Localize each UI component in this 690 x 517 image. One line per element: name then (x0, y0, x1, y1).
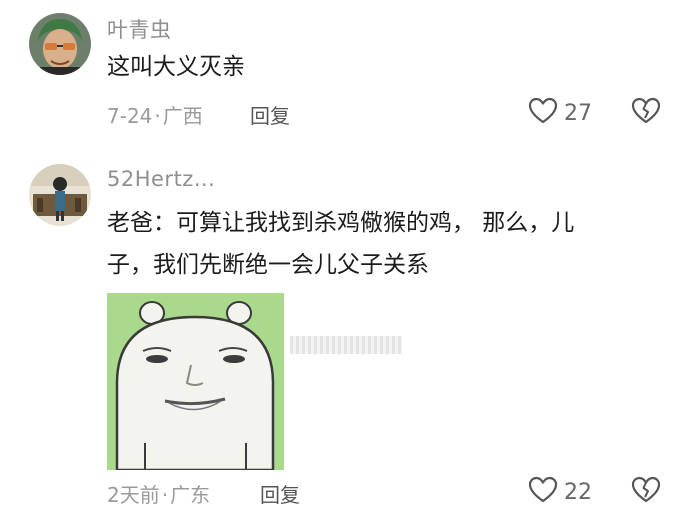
comment-meta: 2天前 · 广东 (107, 479, 210, 508)
heart-outline-icon (528, 476, 558, 508)
username[interactable]: 52Hertz... (107, 167, 215, 191)
broken-heart-icon (631, 97, 661, 129)
comment-text-line: 老爸：可算让我找到杀鸡儆猴的鸡， 那么，儿 (107, 210, 575, 236)
heart-outline-icon (528, 97, 558, 129)
comment-item: 52Hertz... 老爸：可算让我找到杀鸡儆猴的鸡， 那么，儿 子，我们先断绝… (0, 150, 690, 517)
comment-location: 广东 (170, 483, 211, 507)
avatar[interactable] (29, 164, 91, 226)
like-count: 22 (564, 479, 592, 505)
sticker-image[interactable] (107, 293, 284, 472)
broken-heart-icon (631, 476, 661, 508)
separator-dot: · (154, 104, 161, 128)
dislike-button[interactable] (631, 476, 661, 508)
comment-text: 老爸：可算让我找到杀鸡儆猴的鸡， 那么，儿 子，我们先断绝一会儿父子关系 (107, 202, 574, 286)
comment-text-line: 子，我们先断绝一会儿父子关系 (107, 252, 429, 278)
like-button[interactable]: 22 (528, 476, 592, 508)
like-count: 27 (564, 100, 592, 126)
avatar[interactable] (29, 13, 91, 75)
comment-text: 这叫大义灭亲 (107, 46, 245, 88)
like-button[interactable]: 27 (528, 97, 592, 129)
dislike-button[interactable] (631, 97, 661, 129)
reply-button[interactable]: 回复 (260, 479, 300, 508)
comment-date: 2天前 (107, 483, 160, 507)
comment-item: 叶青虫 这叫大义灭亲 7-24 · 广西 回复 27 (0, 0, 690, 150)
comment-meta: 7-24 · 广西 (107, 100, 203, 129)
comment-date: 7-24 (107, 104, 153, 128)
username[interactable]: 叶青虫 (107, 14, 172, 44)
reply-button[interactable]: 回复 (250, 100, 290, 129)
separator-dot: · (161, 483, 169, 507)
blurred-overlay (290, 336, 402, 354)
comment-location: 广西 (162, 104, 203, 128)
comment-text-line: 这叫大义灭亲 (107, 54, 245, 80)
